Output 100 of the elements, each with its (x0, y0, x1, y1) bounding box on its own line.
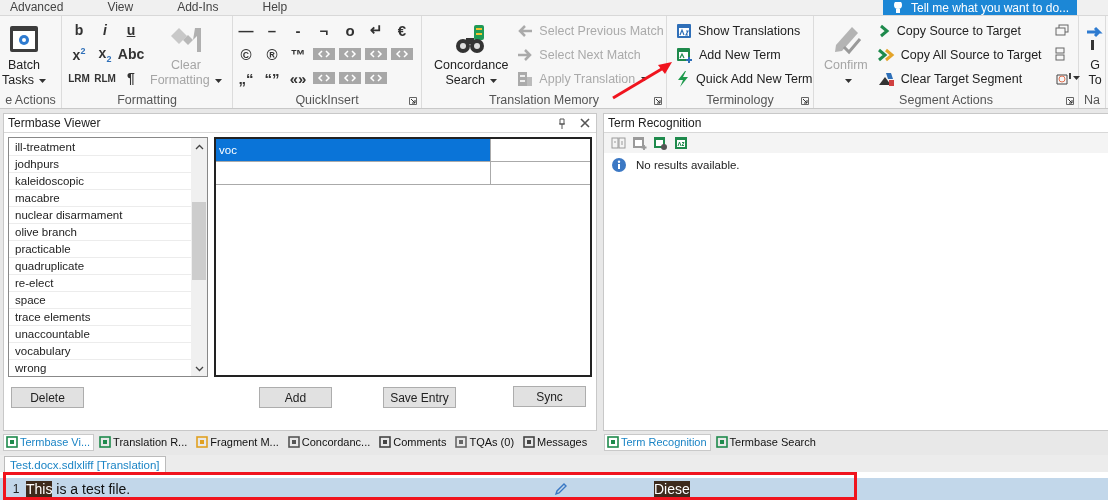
panel-tab[interactable]: Messages (520, 433, 592, 451)
symbol-button[interactable]: ™ (288, 45, 308, 63)
list-item[interactable]: unaccountable (9, 326, 191, 343)
panel-tab[interactable]: Fragment M... (193, 433, 283, 451)
tab-icon (607, 436, 619, 448)
symbol-button[interactable]: € (395, 21, 409, 39)
format-button[interactable]: Abc (115, 46, 147, 62)
restore-window-icon[interactable] (1054, 24, 1069, 36)
tag-icon[interactable] (339, 72, 361, 84)
symbol-button[interactable]: ¬ (317, 21, 331, 39)
panel-tab[interactable]: TQAs (0) (452, 433, 519, 451)
list-item[interactable]: nuclear disarmament (9, 207, 191, 224)
symbol-button[interactable]: ® (264, 45, 280, 63)
menu-tab[interactable]: Add-Ins (177, 0, 219, 14)
ribbon-button[interactable]: Add New Term (673, 43, 816, 67)
symbol-button[interactable]: – (265, 21, 279, 39)
symbol-button[interactable]: ↵ (367, 21, 385, 39)
settings-window-icon (8, 25, 39, 53)
list-item[interactable]: macabre (9, 190, 191, 207)
panel-button[interactable]: Delete (11, 387, 84, 408)
close-icon[interactable] (580, 118, 590, 128)
list-item[interactable]: kaleidoscopic (9, 173, 191, 190)
document-gear-icon[interactable] (653, 135, 668, 151)
tab-icon (715, 436, 728, 448)
ribbon-button[interactable]: Copy All Source to Target (873, 43, 1045, 67)
panel-button[interactable]: Save Entry (383, 387, 456, 408)
grid-cell[interactable]: voc (216, 139, 491, 162)
panel-tab[interactable]: Term Recognition (604, 433, 711, 451)
ribbon-button[interactable]: G To (1085, 18, 1105, 93)
ribbon-button[interactable]: Batch Tasks (0, 18, 48, 93)
menu-tab[interactable]: View (107, 0, 134, 14)
list-item[interactable]: quadruplicate (9, 258, 191, 275)
group-label: Segment Actions (899, 93, 993, 108)
ribbon-button[interactable]: Concordance Search (432, 18, 511, 93)
tab-icon (287, 436, 300, 448)
list-item[interactable]: vocabulary (9, 343, 191, 360)
search-field[interactable]: Tell me what you want to do... (883, 0, 1077, 15)
right-arrow-icon (517, 48, 534, 62)
list-item[interactable]: practicable (9, 241, 191, 258)
scrollbar[interactable] (191, 138, 207, 376)
format-button[interactable]: LRM (66, 72, 92, 84)
document-tab[interactable]: Test.docx.sdlxliff [Translation] (4, 456, 166, 472)
scroll-thumb[interactable] (192, 202, 206, 280)
grid-cell[interactable] (216, 162, 491, 185)
symbol-button[interactable]: o (343, 21, 357, 39)
ribbon-button[interactable]: Copy Source to Target (873, 19, 1045, 43)
format-button[interactable]: RLM (92, 72, 118, 84)
panel-tab[interactable]: Termbase Search (712, 433, 820, 451)
group-label: Translation Memory (489, 93, 599, 108)
tag-icon[interactable] (313, 72, 335, 84)
panel-button[interactable]: Sync (513, 386, 586, 407)
ribbon-button[interactable]: Quick Add New Term (673, 67, 816, 91)
symbol-button[interactable]: “” (262, 69, 282, 87)
symbol-button[interactable]: «» (287, 69, 309, 87)
scroll-up-icon[interactable] (194, 144, 204, 150)
ribbon-button[interactable]: Clear Target Segment (873, 67, 1045, 91)
lightning-icon (676, 71, 690, 87)
tag-icon[interactable] (313, 48, 335, 60)
dialog-launcher-icon[interactable] (801, 97, 809, 105)
menu-tab[interactable]: Advanced (10, 0, 64, 14)
dialog-launcher-icon[interactable] (654, 97, 662, 105)
status-message: No results available. (636, 159, 740, 171)
list-item[interactable]: trace elements (9, 309, 191, 326)
panel-button[interactable]: Add (259, 387, 332, 408)
format-button[interactable]: b (72, 22, 86, 38)
format-button[interactable]: ¶ (125, 70, 137, 86)
symbol-button[interactable]: „“ (236, 69, 256, 87)
format-button[interactable]: x$_{2}$ (96, 44, 114, 64)
scroll-down-icon[interactable] (194, 366, 204, 372)
tag-icon[interactable] (391, 48, 413, 60)
panel-tab[interactable]: Concordanc... (284, 433, 375, 451)
ribbon-button[interactable]: Show Translations (673, 19, 816, 43)
panel-tab[interactable]: Comments (376, 433, 451, 451)
list-item[interactable]: jodhpurs (9, 156, 191, 173)
panel-tab[interactable]: Termbase Vi... (3, 433, 95, 451)
tag-icon[interactable] (365, 72, 387, 84)
format-button[interactable]: i (101, 22, 109, 38)
symbol-button[interactable]: - (293, 21, 303, 39)
list-item[interactable]: ill-treatment (9, 139, 191, 156)
tag-icon[interactable] (339, 48, 361, 60)
symbol-button[interactable]: — (236, 21, 256, 39)
dialog-launcher-icon[interactable] (409, 97, 417, 105)
symbol-button[interactable]: © (238, 45, 254, 63)
split-rows-icon[interactable] (1054, 47, 1065, 61)
list-item[interactable]: olive branch (9, 224, 191, 241)
list-item[interactable]: space (9, 292, 191, 309)
format-button[interactable]: x$^{2}$ (70, 45, 88, 63)
tag-icon[interactable] (365, 48, 387, 60)
group-label: Terminology (706, 93, 774, 108)
pin-icon[interactable] (558, 117, 566, 129)
format-button[interactable]: u (124, 22, 138, 38)
panel-tab[interactable]: Translation R... (96, 433, 192, 451)
menu-tab[interactable]: Help (262, 0, 288, 14)
source-text: This is a test file. (26, 480, 132, 497)
tab-icon (455, 436, 468, 448)
segment-row[interactable]: 1 This is a test file. Diese (0, 472, 1108, 500)
az-document-icon[interactable] (674, 135, 689, 151)
tab-icon (379, 436, 392, 448)
list-item[interactable]: re-elect (9, 275, 191, 292)
dialog-launcher-icon[interactable] (1066, 97, 1074, 105)
